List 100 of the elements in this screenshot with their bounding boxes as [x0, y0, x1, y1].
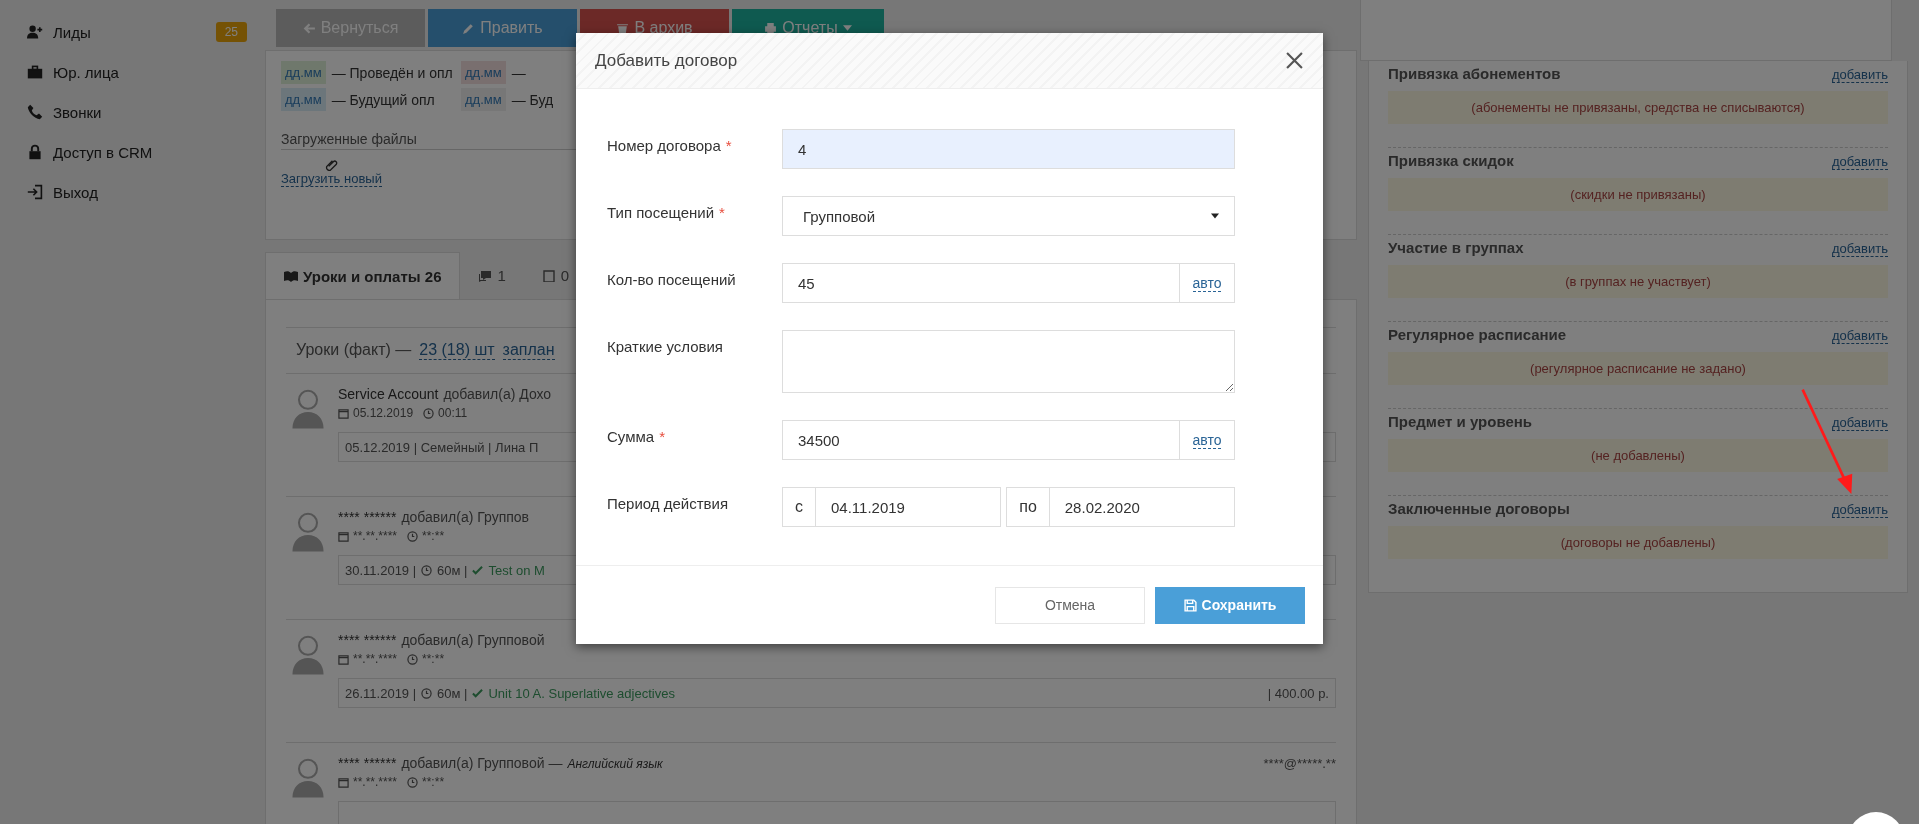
dialog-title: Добавить договор [595, 50, 738, 71]
add-link[interactable]: добавить [1831, 415, 1888, 431]
legend-swatch: дд.мм [281, 88, 326, 111]
save-button[interactable]: Сохранить [1155, 586, 1305, 624]
comments-icon [478, 269, 493, 282]
book-icon [284, 270, 298, 282]
pencil-icon [462, 21, 476, 35]
entry-time: 00:11 [438, 406, 468, 420]
amount-text: | 400.00 р. [1267, 685, 1329, 701]
clock-icon [407, 530, 419, 542]
lock-icon [27, 144, 43, 160]
add-link[interactable]: добавить [1831, 328, 1888, 344]
entry-time: **:** [422, 652, 445, 666]
caret-icon [1211, 213, 1219, 219]
clock-icon [421, 564, 433, 576]
field-label: Сумма * [607, 427, 666, 447]
number-field[interactable]: 45 [782, 263, 1180, 303]
author-name: Service Account [338, 386, 439, 402]
count-link[interactable]: 23 (18) шт [419, 341, 495, 360]
legend-swatch: дд.мм [281, 61, 326, 84]
empty-notice: (не добавлены) [1388, 439, 1888, 472]
entry-date: **.**.**** [353, 529, 398, 543]
subject-text: Английский язык [567, 757, 663, 771]
detail-text: 26.11.2019 | [345, 685, 417, 701]
add-link[interactable]: добавить [1831, 154, 1888, 170]
upload-link[interactable]: Загрузить новый [281, 171, 382, 187]
clock-icon [421, 687, 433, 699]
terms-field[interactable] [782, 330, 1235, 393]
empty-notice: (регулярное расписание не задано) [1388, 352, 1888, 385]
lesson-topic: Unit 10 A. Superlative adjectives [488, 685, 675, 701]
tab[interactable]: 0 [523, 252, 588, 299]
empty-notice: (договоры не добавлены) [1388, 526, 1888, 559]
number-field[interactable]: 34500 [782, 420, 1180, 460]
entry-action: добавил(а) Групповой — [401, 755, 563, 771]
detail-text: 30.11.2019 | [345, 562, 417, 578]
sidebar-item[interactable]: Юр. лица [0, 52, 265, 92]
calendar-icon [338, 653, 349, 665]
sign-out-icon [27, 184, 43, 200]
empty-notice: (скидки не привязаны) [1388, 178, 1888, 211]
empty-notice: (абонементы не привязаны, средства не списываются) [1388, 91, 1888, 124]
trash-icon [616, 21, 630, 35]
author-name: **** ****** [338, 509, 397, 525]
tab[interactable]: 1 [460, 252, 524, 299]
author-name: **** ****** [338, 755, 397, 771]
sidebar-item[interactable]: Выход [0, 172, 265, 212]
email-text: ****@*****.** [1263, 756, 1336, 771]
to-label: по [1006, 487, 1049, 527]
cancel-button[interactable]: Отмена [995, 586, 1145, 624]
edit-button[interactable]: Править [428, 9, 577, 47]
add-link[interactable]: добавить [1831, 502, 1888, 518]
legend-text: — Будущий опл [331, 91, 435, 108]
clock-icon [423, 407, 435, 419]
caret-icon [842, 25, 852, 31]
start-date-field[interactable]: 04.11.2019 [815, 487, 1002, 527]
section-title: Привязка абонементов [1388, 65, 1561, 82]
author-name: **** ****** [338, 632, 397, 648]
check-icon [472, 687, 484, 699]
printer-icon [764, 21, 778, 35]
sidebar-item[interactable]: Звонки [0, 92, 265, 132]
clipboard-icon [541, 269, 556, 282]
sidebar-item[interactable]: Доступ в CRM [0, 132, 265, 172]
field-label: Период действия [607, 494, 730, 514]
briefcase-icon [27, 64, 43, 80]
visit-type-select[interactable]: Групповой [782, 196, 1235, 236]
count-badge: 25 [215, 22, 247, 42]
field-label: Краткие условия [607, 337, 724, 357]
section-title: Заключенные договоры [1388, 500, 1570, 517]
add-link[interactable]: добавить [1831, 67, 1888, 83]
section-title: Участие в группах [1388, 239, 1524, 256]
entry-action: добавил(а) Дохо [443, 386, 552, 402]
check-icon [472, 564, 484, 576]
paperclip-icon [325, 158, 338, 171]
tab[interactable]: Уроки и оплаты 26 [265, 252, 461, 299]
planned-link[interactable]: заплан [502, 341, 555, 360]
field-label: Тип посещений * [607, 203, 726, 223]
entry-date: **.**.**** [353, 652, 398, 666]
legend-text: — Проведён и опл [331, 64, 453, 81]
empty-notice: (в группах не участвует) [1388, 265, 1888, 298]
lesson-topic: Test on M [488, 562, 545, 578]
entry-date: **.**.**** [353, 775, 398, 789]
section-title: Предмет и уровень [1388, 413, 1533, 430]
legend-text: — [511, 64, 526, 81]
duration-text: 60м | [437, 685, 468, 701]
field-label: Кол-во посещений [607, 270, 737, 290]
duration-text: 60м | [437, 562, 468, 578]
close-icon[interactable] [1286, 52, 1303, 69]
end-date-field[interactable]: 28.02.2020 [1048, 487, 1235, 527]
clock-icon [407, 653, 419, 665]
legend-swatch: дд.мм [461, 88, 506, 111]
add-link[interactable]: добавить [1831, 241, 1888, 257]
arrow-left-icon [302, 21, 316, 35]
entry-time: **:** [422, 775, 445, 789]
entry-action: добавил(а) Группов [401, 509, 530, 525]
clock-icon [407, 776, 419, 788]
contract-number-field[interactable]: 4 [782, 129, 1235, 169]
entry-time: **:** [422, 529, 445, 543]
legend-swatch: дд.мм [461, 61, 506, 84]
entry-date: 05.12.2019 [353, 406, 414, 420]
sidebar-item[interactable]: Лиды 25 [0, 12, 265, 52]
summary-text: Уроки (факт) — [296, 341, 412, 359]
